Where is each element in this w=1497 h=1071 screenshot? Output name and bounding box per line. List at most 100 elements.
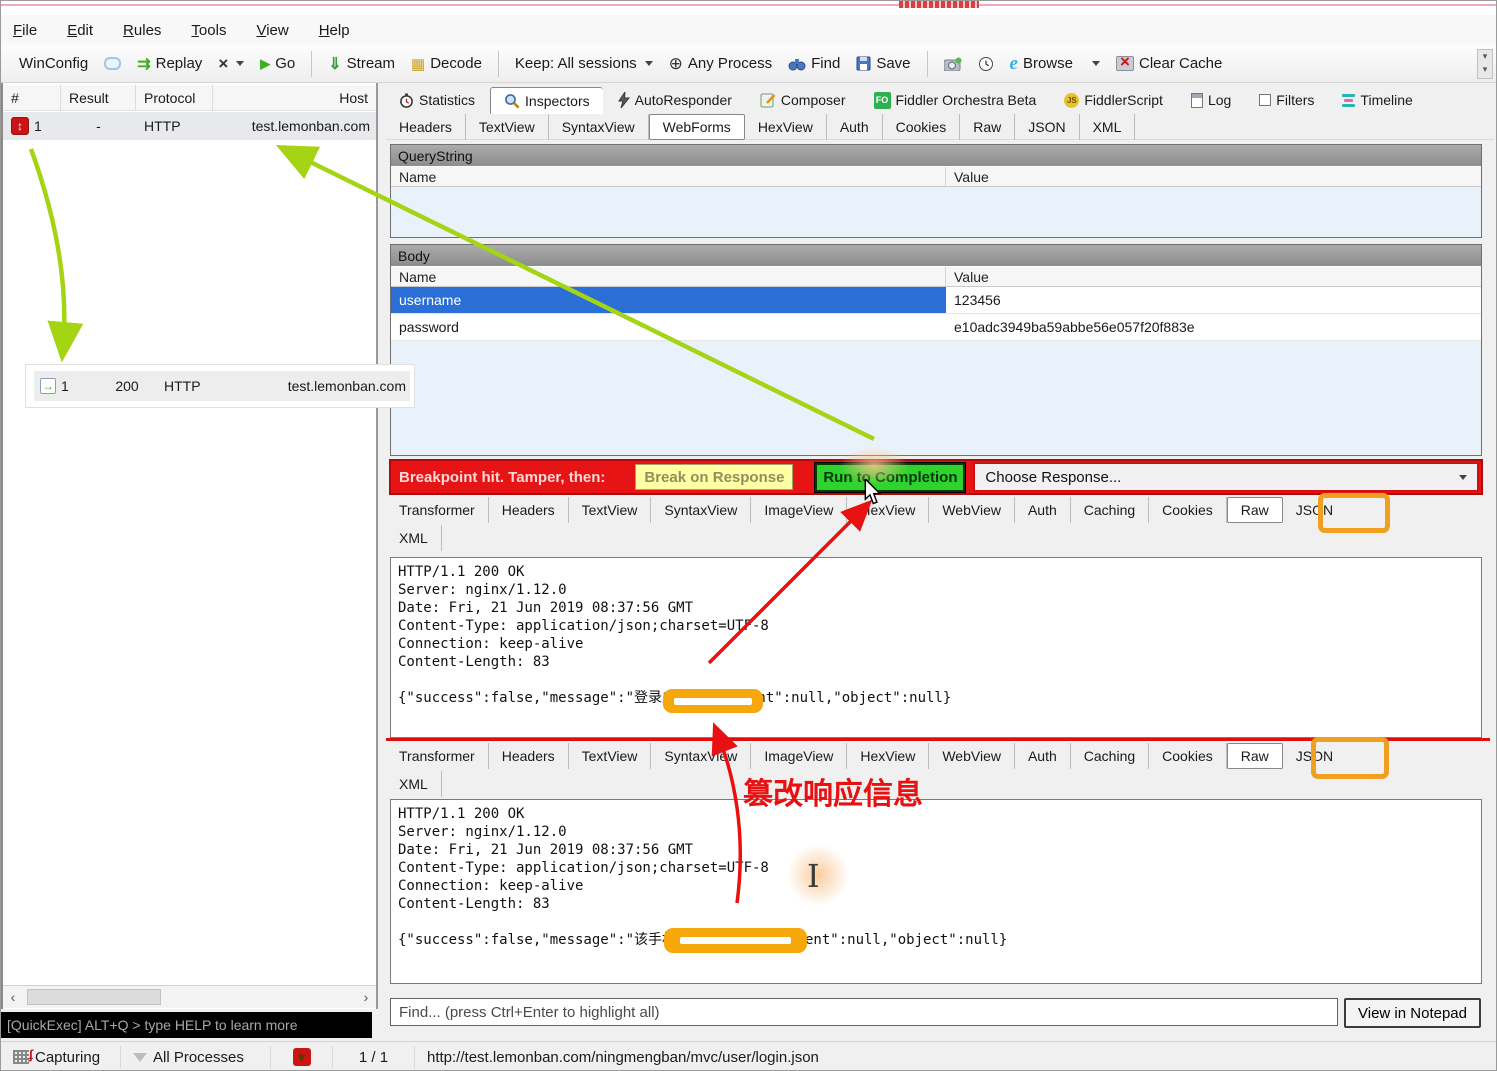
save-button[interactable]: Save xyxy=(852,52,914,75)
tab-statistics[interactable]: Statistics xyxy=(386,87,488,113)
response-tab-syntaxview[interactable]: SyntaxView xyxy=(651,743,752,769)
screenshot-button[interactable] xyxy=(940,54,966,74)
main-toolbar: WinConfig ⇉ Replay × ▶ Go ⇓ Stream ▦ Dec… xyxy=(1,45,1496,83)
tab-timeline[interactable]: Timeline xyxy=(1329,87,1425,113)
tab-fiddlerscript[interactable]: JS FiddlerScript xyxy=(1051,87,1176,113)
response-tab-raw[interactable]: Raw xyxy=(1226,743,1283,769)
process-filter-toggle[interactable]: All Processes xyxy=(121,1046,271,1068)
response-tab-caching[interactable]: Caching xyxy=(1071,497,1150,523)
body-row-username[interactable]: username 123456 xyxy=(391,287,1481,314)
tab-log[interactable]: Log xyxy=(1178,87,1244,113)
decode-button[interactable]: ▦ Decode xyxy=(407,52,486,76)
tab-inspectors[interactable]: Inspectors xyxy=(490,87,603,114)
breakpoint-status-button[interactable]: ▼ xyxy=(271,1046,333,1068)
session-list-horizontal-scrollbar[interactable]: ‹ › xyxy=(3,985,376,1008)
name-column-header: Name xyxy=(391,267,946,286)
body-row-password[interactable]: password e10adc3949ba59abbe56e057f20f883… xyxy=(391,314,1481,341)
quickexec-input[interactable]: [QuickExec] ALT+Q > type HELP to learn m… xyxy=(1,1012,372,1038)
stream-button[interactable]: ⇓ Stream xyxy=(324,51,399,77)
menu-view[interactable]: View xyxy=(256,22,288,39)
keep-sessions-dropdown[interactable]: Keep: All sessions xyxy=(511,52,657,75)
response-tab-cookies[interactable]: Cookies xyxy=(1149,497,1227,523)
any-process-button[interactable]: ⊕ Any Process xyxy=(665,51,776,77)
response-tab-raw[interactable]: Raw xyxy=(1226,497,1283,523)
response-tab-caching[interactable]: Caching xyxy=(1071,743,1150,769)
session-number: 1 xyxy=(34,118,42,134)
response-tab-auth[interactable]: Auth xyxy=(1015,743,1071,769)
request-tab-json[interactable]: JSON xyxy=(1015,114,1080,140)
tab-filters[interactable]: Filters xyxy=(1246,87,1327,113)
session-row-1[interactable]: ↕ 1 - HTTP test.lemonban.com xyxy=(3,112,376,140)
response-tab-auth[interactable]: Auth xyxy=(1015,497,1071,523)
response-tab-hexview[interactable]: HexView xyxy=(847,743,930,769)
replay-button[interactable]: ⇉ Replay xyxy=(133,51,206,77)
menu-rules[interactable]: Rules xyxy=(123,22,161,39)
column-header-protocol[interactable]: Protocol xyxy=(136,85,213,110)
choose-response-dropdown[interactable]: Choose Response... xyxy=(973,462,1479,492)
comment-button[interactable] xyxy=(100,54,125,73)
find-button[interactable]: Find xyxy=(784,52,844,75)
response-tab-textview[interactable]: TextView xyxy=(569,743,652,769)
browse-dropdown[interactable] xyxy=(1085,58,1104,69)
break-on-response-button[interactable]: Break on Response xyxy=(635,464,794,490)
response-tab-headers[interactable]: Headers xyxy=(489,743,569,769)
toolbar-overflow-button[interactable]: ▾ ▾ xyxy=(1477,49,1493,79)
clear-cache-button[interactable]: × Clear Cache xyxy=(1112,52,1226,75)
column-header-number[interactable]: # xyxy=(3,85,61,110)
request-tab-syntaxview[interactable]: SyntaxView xyxy=(549,114,649,140)
response-tab-textview[interactable]: TextView xyxy=(569,497,652,523)
highlight-original-message xyxy=(663,689,763,713)
response-tab-transformer[interactable]: Transformer xyxy=(386,497,489,523)
timer-button[interactable] xyxy=(974,53,998,75)
request-tab-webforms[interactable]: WebForms xyxy=(648,114,745,140)
response-tab-webview[interactable]: WebView xyxy=(929,743,1015,769)
response-raw-tampered[interactable]: HTTP/1.1 200 OK Server: nginx/1.12.0 Dat… xyxy=(390,799,1482,984)
response-tab-imageview[interactable]: ImageView xyxy=(751,497,848,523)
view-in-notepad-button[interactable]: View in Notepad xyxy=(1344,998,1481,1028)
browse-button[interactable]: e Browse xyxy=(1006,50,1077,78)
tab-fiddler-orchestra[interactable]: FO Fiddler Orchestra Beta xyxy=(861,87,1050,113)
scroll-left-arrow-icon[interactable]: ‹ xyxy=(3,989,23,1005)
response-tab-imageview[interactable]: ImageView xyxy=(751,743,848,769)
tab-composer[interactable]: Composer xyxy=(747,87,859,113)
remove-x-icon: × xyxy=(218,53,229,73)
tab-autoresponder[interactable]: AutoResponder xyxy=(605,87,745,113)
request-tab-xml[interactable]: XML xyxy=(1080,114,1136,140)
scrollbar-thumb[interactable] xyxy=(27,989,161,1005)
menu-tools[interactable]: Tools xyxy=(191,22,226,39)
winconfig-button[interactable]: WinConfig xyxy=(7,52,92,75)
request-tab-raw[interactable]: Raw xyxy=(960,114,1016,140)
go-button[interactable]: ▶ Go xyxy=(256,52,299,75)
response-tab-xml[interactable]: XML xyxy=(386,771,442,797)
request-tab-textview[interactable]: TextView xyxy=(466,114,549,140)
value-column-header: Value xyxy=(954,268,989,285)
request-tab-hexview[interactable]: HexView xyxy=(745,114,827,140)
response-raw-original[interactable]: HTTP/1.1 200 OK Server: nginx/1.12.0 Dat… xyxy=(390,557,1482,738)
response-tab-syntaxview[interactable]: SyntaxView xyxy=(651,497,752,523)
response-tab-xml[interactable]: XML xyxy=(386,525,442,551)
menu-help[interactable]: Help xyxy=(319,22,350,39)
response-tab-transformer[interactable]: Transformer xyxy=(386,743,489,769)
capturing-toggle[interactable]: Capturing xyxy=(1,1046,121,1068)
breakpoint-label: Breakpoint hit. Tamper, then: xyxy=(399,468,606,486)
column-header-result[interactable]: Result xyxy=(61,85,136,110)
menu-edit[interactable]: Edit xyxy=(67,22,93,39)
body-empty-area xyxy=(391,341,1481,454)
find-input[interactable] xyxy=(390,998,1338,1026)
session-row-completed-overlay[interactable]: → 1 200 HTTP test.lemonban.com xyxy=(26,365,414,407)
response-tab-hexview[interactable]: HexView xyxy=(847,497,930,523)
column-header-host[interactable]: Host xyxy=(213,85,376,110)
request-tab-auth[interactable]: Auth xyxy=(827,114,883,140)
request-tab-cookies[interactable]: Cookies xyxy=(883,114,961,140)
response-tab-headers[interactable]: Headers xyxy=(489,497,569,523)
mouse-pointer-cursor xyxy=(864,479,882,505)
request-body-section: Body Name Value username 123456 password… xyxy=(390,244,1482,456)
menu-file[interactable]: File xyxy=(13,22,37,39)
remove-sessions-button[interactable]: × xyxy=(214,51,248,77)
stream-down-arrow-icon: ⇓ xyxy=(328,55,342,73)
scroll-right-arrow-icon[interactable]: › xyxy=(356,989,376,1005)
response-tab-cookies[interactable]: Cookies xyxy=(1149,743,1227,769)
request-tab-headers[interactable]: Headers xyxy=(386,114,466,140)
highlight-raw-tab-1 xyxy=(1318,493,1390,533)
response-tab-webview[interactable]: WebView xyxy=(929,497,1015,523)
